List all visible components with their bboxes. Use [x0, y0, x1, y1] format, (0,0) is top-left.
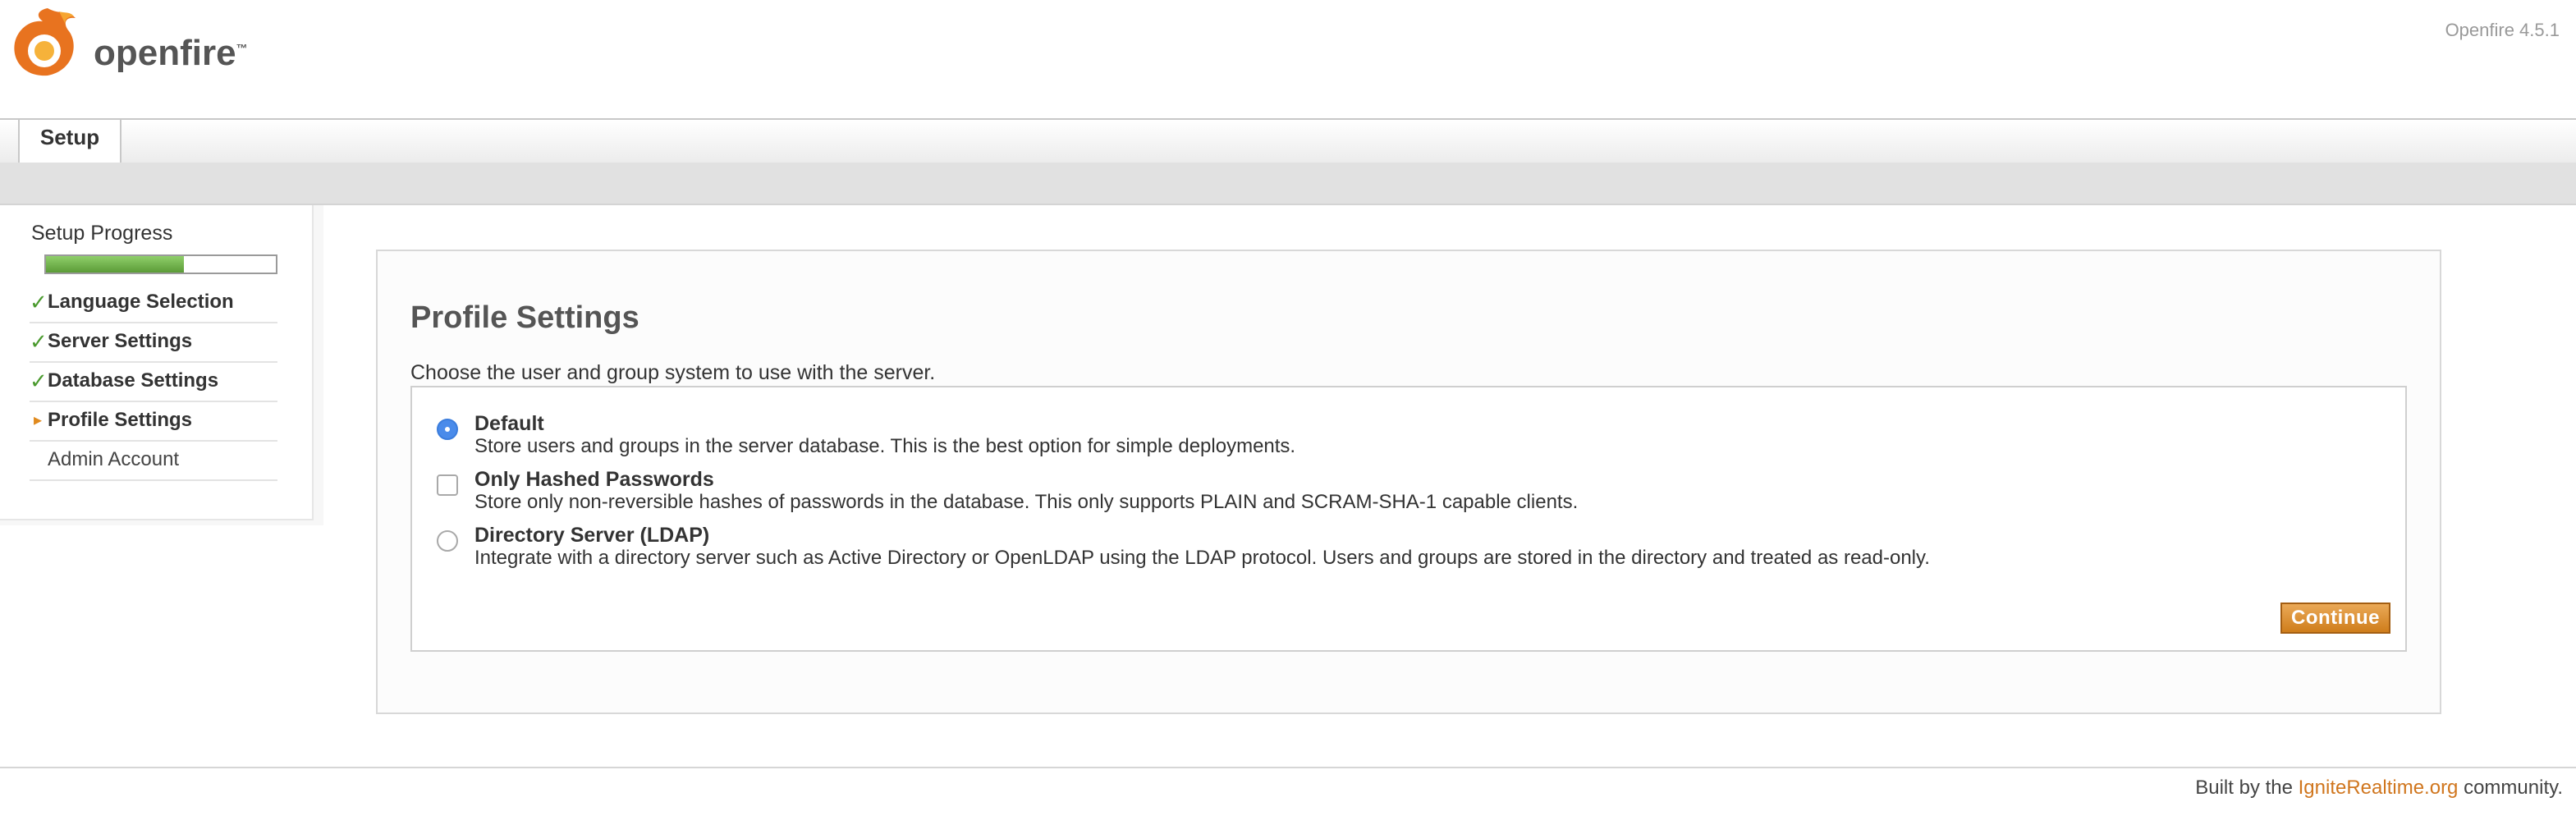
setup-progress-bar	[44, 254, 277, 274]
arrow-right-icon: ▸	[33, 411, 43, 429]
sidebar-item-label: Admin Account	[48, 448, 180, 470]
footer-divider	[0, 767, 2576, 768]
sidebar-panel: Setup Progress ✓ Language Selection ✓ Se…	[0, 205, 314, 520]
sidebar-item-server-settings[interactable]: ✓ Server Settings	[30, 323, 277, 363]
version-label: Openfire 4.5.1	[2445, 20, 2560, 40]
sidebar-item-admin-account: Admin Account	[30, 442, 277, 481]
brand-name: openfire™	[94, 33, 248, 73]
sidebar-item-profile-settings: ▸ Profile Settings	[30, 402, 277, 442]
sidebar-item-label: Database Settings	[48, 369, 219, 392]
option-description: Integrate with a directory server such a…	[474, 547, 1930, 569]
sidebar: Setup Progress ✓ Language Selection ✓ Se…	[0, 205, 323, 525]
checkmark-icon: ✓	[30, 369, 48, 393]
default-radio[interactable]	[437, 419, 458, 440]
checkmark-icon: ✓	[30, 329, 48, 354]
tab-bar: Setup	[0, 118, 2576, 164]
tab-setup[interactable]: Setup	[18, 120, 121, 163]
page-title: Profile Settings	[410, 300, 639, 335]
setup-progress-fill	[46, 256, 184, 273]
sidebar-item-label: Profile Settings	[48, 409, 193, 431]
page-description: Choose the user and group system to use …	[410, 361, 936, 384]
sidebar-item-database-settings[interactable]: ✓ Database Settings	[30, 363, 277, 402]
footer-suffix: community.	[2464, 777, 2563, 799]
option-description: Store users and groups in the server dat…	[474, 435, 1296, 457]
setup-progress-label: Setup Progress	[31, 222, 173, 245]
option-title: Default	[474, 412, 544, 435]
footer: Built by the IgniteRealtime.org communit…	[2195, 777, 2563, 800]
option-hashed-passwords: Only Hashed Passwords Store only non-rev…	[437, 468, 2382, 517]
ignite-realtime-link[interactable]: IgniteRealtime.org	[2299, 777, 2459, 799]
option-ldap: Directory Server (LDAP) Integrate with a…	[437, 524, 2382, 573]
header: openfire™ Openfire 4.5.1	[0, 0, 2576, 118]
sidebar-item-label: Server Settings	[48, 330, 193, 352]
sidebar-item-language-selection[interactable]: ✓ Language Selection	[30, 284, 277, 323]
sidebar-item-label: Language Selection	[48, 291, 234, 313]
option-description: Store only non-reversible hashes of pass…	[474, 491, 1579, 513]
option-default: Default Store users and groups in the se…	[437, 412, 2382, 461]
continue-button[interactable]: Continue	[2280, 603, 2390, 634]
openfire-logo-icon	[14, 8, 76, 76]
checkmark-icon: ✓	[30, 290, 48, 314]
option-title: Only Hashed Passwords	[474, 468, 714, 491]
footer-prefix: Built by the	[2195, 777, 2293, 799]
options-box: Default Store users and groups in the se…	[410, 386, 2407, 652]
sub-tab-bar	[0, 163, 2576, 205]
profile-settings-panel: Profile Settings Choose the user and gro…	[376, 250, 2441, 714]
option-title: Directory Server (LDAP)	[474, 524, 710, 547]
ldap-radio[interactable]	[437, 530, 458, 552]
hashed-passwords-checkbox[interactable]	[437, 474, 458, 496]
